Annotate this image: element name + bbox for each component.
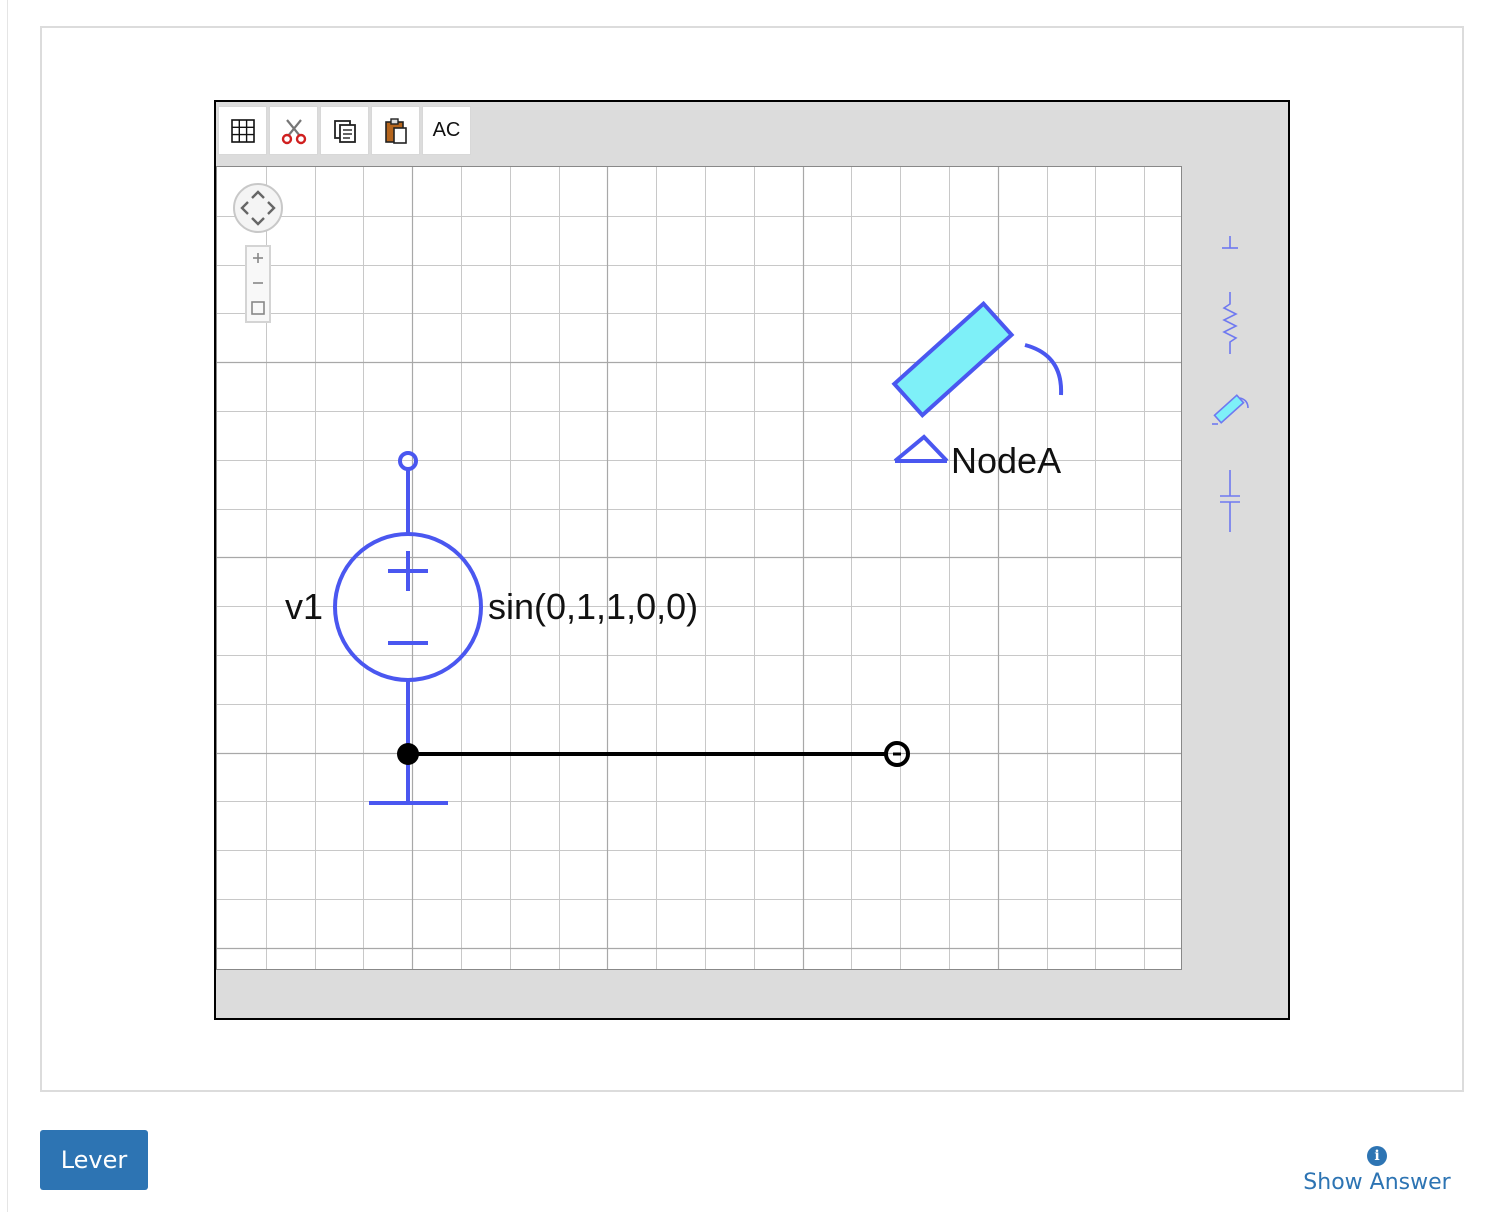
circuit-layer: v1 sin(0,1,1,0,0) NodeA [285,300,1064,805]
page-left-rule [7,0,8,1212]
ac-analysis-label: AC [432,119,461,141]
probe-part[interactable] [1200,378,1260,438]
zoom-control[interactable] [245,245,271,323]
scissors-icon [281,118,306,144]
probe-label: NodeA [951,440,1061,481]
schematic-editor: AC v1 sin(0,1,1,0,0) NodeA [214,100,1290,1020]
grid-button[interactable] [218,106,267,155]
source-name-label: v1 [285,586,323,627]
cut-button[interactable] [269,106,318,155]
capacitor-part[interactable] [1200,462,1260,542]
paste-button[interactable] [371,106,420,155]
wire[interactable] [397,741,910,767]
ground-part[interactable] [1200,222,1260,262]
voltage-probe-nodea[interactable] [891,300,1064,463]
schematic-canvas[interactable]: v1 sin(0,1,1,0,0) NodeA [216,166,1182,970]
pan-control[interactable] [231,181,285,235]
grid-icon [230,118,255,143]
clipboard-icon [384,117,407,144]
parts-bin [1200,222,1260,542]
schematic-toolbar: AC [218,106,471,155]
resistor-part[interactable] [1200,282,1260,362]
copy-button[interactable] [320,106,369,155]
show-answer-label: Show Answer [1303,1170,1451,1195]
source-value-label: sin(0,1,1,0,0) [488,586,698,627]
copy-icon [333,119,356,143]
info-icon: i [1367,1146,1387,1166]
lever-button[interactable]: Lever [40,1130,148,1190]
show-answer-button[interactable]: i Show Answer [1296,1146,1458,1206]
ac-analysis-button[interactable]: AC [422,106,471,155]
voltage-source-v1[interactable] [333,451,483,753]
